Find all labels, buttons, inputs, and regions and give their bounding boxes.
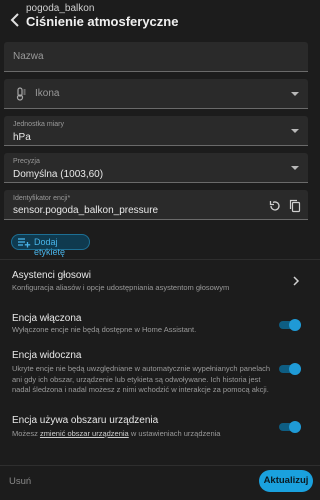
- icon-placeholder: Ikona: [35, 88, 60, 99]
- footer-divider: [0, 465, 320, 466]
- chevron-down-icon: [291, 129, 299, 133]
- add-label-button[interactable]: Dodaj etykietę: [11, 234, 90, 257]
- device-name: pogoda_balkon: [26, 3, 95, 14]
- thermometer-icon: [16, 87, 26, 101]
- entity-enabled-title: Encja włączona: [12, 313, 82, 324]
- page-title: Ciśnienie atmosferyczne: [26, 14, 179, 29]
- unit-field[interactable]: Jednostka miary hPa: [4, 116, 308, 146]
- entity-visible-title: Encja widoczna: [12, 350, 82, 361]
- area-desc-suffix: w ustawieniach urządzenia: [128, 429, 221, 438]
- back-arrow-icon[interactable]: [6, 10, 26, 30]
- voice-assistants-title: Asystenci głosowi: [12, 270, 91, 281]
- label-plus-icon: [18, 238, 31, 248]
- entity-area-title: Encja używa obszaru urządzenia: [12, 415, 159, 426]
- entity-area-toggle[interactable]: [279, 421, 301, 433]
- chevron-right-icon[interactable]: [291, 275, 301, 287]
- entity-visible-toggle[interactable]: [279, 363, 301, 375]
- toggle-knob: [289, 319, 301, 331]
- chevron-down-icon: [291, 166, 299, 170]
- restore-icon[interactable]: [268, 199, 282, 213]
- divider: [0, 259, 320, 260]
- entity-id-label: Identyfikator encji*: [13, 195, 71, 202]
- entity-area-desc: Możesz zmienić obszar urządzenia w ustaw…: [12, 429, 277, 440]
- entity-id-field[interactable]: Identyfikator encji* sensor.pogoda_balko…: [4, 190, 308, 220]
- toggle-knob: [289, 421, 301, 433]
- add-label-text: Dodaj etykietę: [34, 237, 66, 257]
- name-placeholder: Nazwa: [13, 51, 44, 62]
- name-field[interactable]: Nazwa: [4, 42, 308, 72]
- chevron-down-icon: [291, 92, 299, 96]
- copy-icon[interactable]: [288, 199, 302, 213]
- delete-button[interactable]: Usuń: [9, 476, 31, 487]
- toggle-knob: [289, 363, 301, 375]
- entity-visible-desc: Ukryte encje nie będą uwzględniane w aut…: [12, 364, 271, 394]
- entity-enabled-toggle[interactable]: [279, 319, 301, 331]
- dialog-header: pogoda_balkon Ciśnienie atmosferyczne: [0, 0, 320, 40]
- unit-label: Jednostka miary: [13, 121, 64, 128]
- precision-field[interactable]: Precyzja Domyślna (1003,60): [4, 153, 308, 183]
- update-button[interactable]: Aktualizuj: [259, 470, 313, 492]
- icon-field[interactable]: Ikona: [4, 79, 308, 109]
- entity-enabled-desc: Wyłączone encje nie będą dostępne w Home…: [12, 325, 197, 334]
- unit-value: hPa: [13, 132, 31, 143]
- change-device-area-link[interactable]: zmienić obszar urządzenia: [40, 429, 129, 438]
- precision-value: Domyślna (1003,60): [13, 169, 104, 180]
- voice-assistants-desc: Konfiguracja aliasów i opcje udostępnian…: [12, 283, 230, 292]
- entity-id-value: sensor.pogoda_balkon_pressure: [13, 205, 159, 216]
- precision-label: Precyzja: [13, 158, 40, 165]
- area-desc-prefix: Możesz: [12, 429, 40, 438]
